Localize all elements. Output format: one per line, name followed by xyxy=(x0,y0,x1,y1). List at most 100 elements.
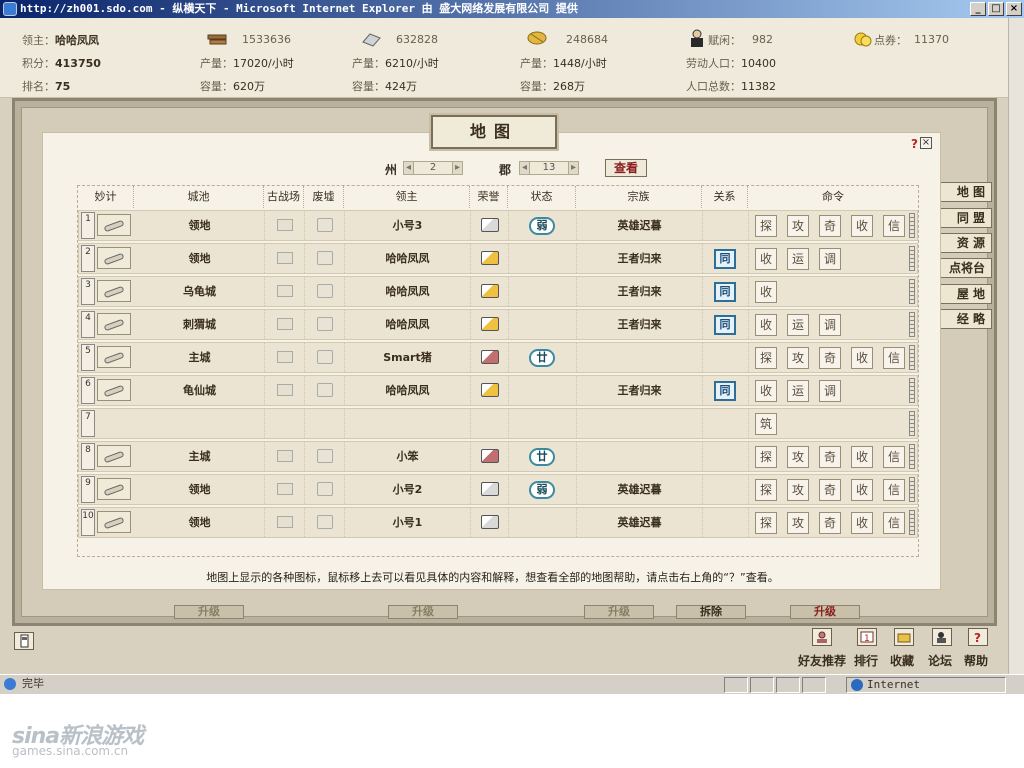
city-name[interactable]: 龟仙城 xyxy=(135,376,265,405)
state-badge[interactable]: 廿 xyxy=(529,349,555,367)
battlefield-icon[interactable] xyxy=(277,252,293,264)
command-button[interactable]: 收 xyxy=(851,512,873,534)
city-name[interactable]: 乌龟城 xyxy=(135,277,265,306)
command-button[interactable]: 探 xyxy=(755,446,777,468)
clan-name[interactable]: 王者归来 xyxy=(577,376,703,405)
clan-name[interactable]: 英雄迟暮 xyxy=(577,508,703,537)
state-badge[interactable]: 廿 xyxy=(529,448,555,466)
command-button[interactable]: 信 xyxy=(883,512,905,534)
help-question-icon[interactable]: ? xyxy=(968,628,988,646)
command-button[interactable]: 探 xyxy=(755,215,777,237)
command-button[interactable]: 攻 xyxy=(787,479,809,501)
close-window-button[interactable]: × xyxy=(1006,2,1022,16)
clan-name[interactable]: 英雄迟暮 xyxy=(577,211,703,240)
upgrade-button-3[interactable]: 升级 xyxy=(584,605,654,619)
favorite-icon[interactable] xyxy=(894,628,914,646)
relation-badge[interactable]: 同 xyxy=(714,282,736,302)
city-name[interactable]: 领地 xyxy=(135,244,265,273)
lord-name-cell[interactable]: 小笨 xyxy=(345,442,471,471)
honor-icon[interactable] xyxy=(481,350,499,364)
battlefield-icon[interactable] xyxy=(277,384,293,396)
ruins-icon[interactable] xyxy=(317,449,333,463)
command-button[interactable]: 探 xyxy=(755,479,777,501)
ranking-icon[interactable]: 1 xyxy=(857,628,877,646)
toolbar-friend-label[interactable]: 好友推荐 xyxy=(798,652,846,669)
clan-name[interactable]: 英雄迟暮 xyxy=(577,475,703,504)
command-button[interactable]: 奇 xyxy=(819,215,841,237)
zhou-next-icon[interactable]: ▸ xyxy=(452,162,462,174)
relation-badge[interactable]: 同 xyxy=(714,249,736,269)
ruins-icon[interactable] xyxy=(317,284,333,298)
side-btn-alliance[interactable]: 同 盟 xyxy=(940,208,992,228)
battlefield-icon[interactable] xyxy=(277,285,293,297)
ruins-icon[interactable] xyxy=(317,317,333,331)
city-name[interactable] xyxy=(135,409,265,438)
state-badge[interactable]: 弱 xyxy=(529,217,555,235)
command-button[interactable]: 收 xyxy=(755,281,777,303)
strategy-button[interactable] xyxy=(97,280,131,302)
command-button[interactable]: 调 xyxy=(819,314,841,336)
maximize-button[interactable]: □ xyxy=(988,2,1004,16)
ruins-icon[interactable] xyxy=(317,383,333,397)
command-button[interactable]: 收 xyxy=(755,380,777,402)
command-button[interactable]: 收 xyxy=(851,215,873,237)
honor-icon[interactable] xyxy=(481,449,499,463)
command-button[interactable]: 运 xyxy=(787,314,809,336)
jun-prev-icon[interactable]: ◂ xyxy=(520,162,530,174)
toolbar-forum-label[interactable]: 论坛 xyxy=(928,652,952,669)
battlefield-icon[interactable] xyxy=(277,219,293,231)
ruins-icon[interactable] xyxy=(317,482,333,496)
strategy-button[interactable] xyxy=(97,445,131,467)
battlefield-icon[interactable] xyxy=(277,351,293,363)
clan-name[interactable] xyxy=(577,343,703,372)
jun-next-icon[interactable]: ▸ xyxy=(568,162,578,174)
city-name[interactable]: 领地 xyxy=(135,211,265,240)
command-button[interactable]: 奇 xyxy=(819,347,841,369)
command-button[interactable]: 调 xyxy=(819,380,841,402)
lord-name-cell[interactable]: 哈哈凤凤 xyxy=(345,376,471,405)
strategy-button[interactable] xyxy=(97,379,131,401)
clan-name[interactable]: 王者归来 xyxy=(577,310,703,339)
lord-name-cell[interactable] xyxy=(345,409,471,438)
minimize-button[interactable]: _ xyxy=(970,2,986,16)
command-button[interactable]: 信 xyxy=(883,479,905,501)
command-button[interactable]: 收 xyxy=(755,248,777,270)
battlefield-icon[interactable] xyxy=(277,450,293,462)
zhou-prev-icon[interactable]: ◂ xyxy=(404,162,414,174)
lord-name-cell[interactable]: 哈哈凤凤 xyxy=(345,244,471,273)
honor-icon[interactable] xyxy=(481,383,499,397)
strategy-button[interactable] xyxy=(97,247,131,269)
side-btn-strategy[interactable]: 经 略 xyxy=(940,309,992,329)
clan-name[interactable]: 王者归来 xyxy=(577,277,703,306)
command-button[interactable]: 收 xyxy=(851,347,873,369)
upgrade-button-2[interactable]: 升级 xyxy=(388,605,458,619)
toolbar-favorite-label[interactable]: 收藏 xyxy=(890,652,914,669)
relation-badge[interactable]: 同 xyxy=(714,381,736,401)
city-name[interactable]: 主城 xyxy=(135,343,265,372)
command-button[interactable]: 探 xyxy=(755,512,777,534)
command-button[interactable]: 收 xyxy=(851,479,873,501)
command-button[interactable]: 奇 xyxy=(819,446,841,468)
ruins-icon[interactable] xyxy=(317,218,333,232)
lord-name-cell[interactable]: 小号3 xyxy=(345,211,471,240)
jun-stepper[interactable]: ◂ 13 ▸ xyxy=(519,161,579,175)
command-button[interactable]: 信 xyxy=(883,347,905,369)
city-name[interactable]: 主城 xyxy=(135,442,265,471)
clan-name[interactable] xyxy=(577,409,703,438)
phone-icon[interactable] xyxy=(14,632,34,650)
side-btn-map[interactable]: 地 图 xyxy=(940,182,992,202)
city-name[interactable]: 领地 xyxy=(135,508,265,537)
honor-icon[interactable] xyxy=(481,251,499,265)
relation-badge[interactable]: 同 xyxy=(714,315,736,335)
city-name[interactable]: 领地 xyxy=(135,475,265,504)
lord-name-cell[interactable]: Smart猪 xyxy=(345,343,471,372)
honor-icon[interactable] xyxy=(481,284,499,298)
ruins-icon[interactable] xyxy=(317,515,333,529)
forum-icon[interactable] xyxy=(932,628,952,646)
upgrade-button-1[interactable]: 升级 xyxy=(174,605,244,619)
state-badge[interactable]: 弱 xyxy=(529,481,555,499)
honor-icon[interactable] xyxy=(481,218,499,232)
close-icon[interactable]: × xyxy=(920,137,932,149)
vertical-scrollbar[interactable] xyxy=(1008,18,1024,674)
command-button[interactable]: 攻 xyxy=(787,347,809,369)
